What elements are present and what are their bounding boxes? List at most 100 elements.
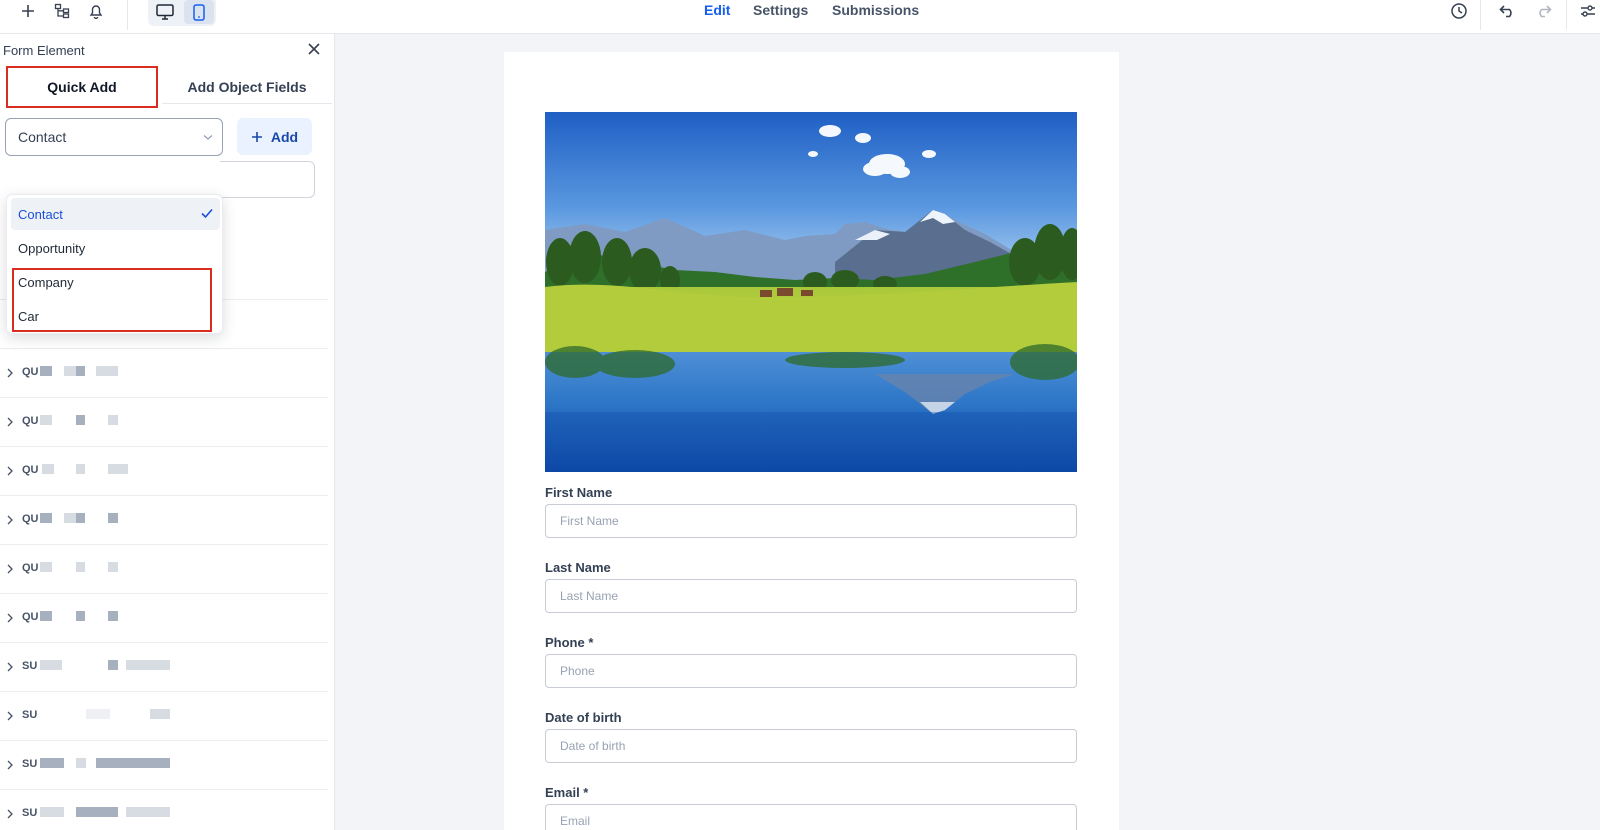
phone-field[interactable] (545, 654, 1077, 688)
section-label: SU (22, 807, 38, 819)
toolbar-divider (127, 0, 128, 30)
section-label: SU (22, 709, 38, 721)
redacted-text (96, 366, 118, 376)
chevron-right-icon (7, 760, 13, 770)
toolbar-divider (1480, 0, 1481, 30)
dropdown-option-car[interactable]: Car (11, 300, 220, 332)
plus-icon[interactable] (14, 0, 42, 22)
section-label: QU (22, 513, 39, 525)
last-name-label: Last Name (545, 560, 611, 575)
object-select-value: Contact (18, 129, 67, 145)
redacted-text (126, 807, 170, 817)
redacted-text (64, 366, 76, 376)
form-canvas: First Name Last Name Phone * Date of bir… (504, 52, 1119, 830)
chevron-right-icon (7, 564, 13, 574)
dropdown-option-company[interactable]: Company (11, 266, 220, 298)
undo-icon[interactable] (1494, 0, 1522, 22)
dropdown-option-opportunity[interactable]: Opportunity (11, 232, 220, 264)
redacted-text (108, 562, 118, 572)
object-select[interactable]: Contact (5, 118, 223, 156)
section-row[interactable]: SU (0, 741, 328, 790)
phone-label: Phone * (545, 635, 594, 650)
redacted-text (108, 415, 118, 425)
dropdown-option-contact[interactable]: Contact (11, 198, 220, 230)
section-row[interactable]: SU (0, 790, 328, 830)
device-toggle (148, 0, 216, 26)
section-label: SU (22, 758, 38, 770)
redacted-text (126, 660, 170, 670)
object-dropdown-menu: Contact Opportunity Company Car (6, 194, 223, 334)
section-label: QU (22, 464, 39, 476)
redacted-text (40, 415, 52, 425)
redacted-text (86, 709, 110, 719)
tab-edit[interactable]: Edit (704, 2, 730, 18)
redacted-text (40, 366, 52, 376)
section-label: QU (22, 611, 39, 623)
redacted-text (40, 660, 62, 670)
history-icon[interactable] (1445, 0, 1473, 22)
toolbar-divider (1566, 0, 1567, 30)
section-row[interactable]: SU (0, 643, 328, 692)
redacted-text (108, 464, 128, 474)
redacted-text (108, 513, 118, 523)
tab-submissions[interactable]: Submissions (832, 2, 919, 18)
section-row[interactable]: SU (0, 692, 328, 741)
redacted-text (108, 611, 118, 621)
panel-title: Form Element (3, 43, 85, 58)
check-icon (201, 208, 213, 219)
section-row[interactable]: QU (0, 349, 328, 398)
section-label: QU (22, 366, 39, 378)
hierarchy-icon[interactable] (48, 0, 76, 22)
bell-icon[interactable] (82, 0, 110, 22)
landscape-image (545, 112, 1077, 472)
add-button[interactable]: Add (237, 118, 312, 155)
desktop-icon[interactable] (150, 0, 180, 24)
tab-add-object-fields[interactable]: Add Object Fields (162, 70, 332, 104)
redacted-text (42, 464, 54, 474)
plus-icon (251, 131, 262, 142)
section-row[interactable]: QU (0, 496, 328, 545)
settings-sliders-icon[interactable] (1574, 0, 1600, 22)
close-icon[interactable] (306, 41, 322, 57)
form-element-panel: Form Element Quick Add Add Object Fields… (0, 34, 335, 830)
tab-settings[interactable]: Settings (753, 2, 808, 18)
chevron-right-icon (7, 515, 13, 525)
email-field[interactable] (545, 804, 1077, 830)
section-row[interactable]: QU (0, 594, 328, 643)
first-name-field[interactable] (545, 504, 1077, 538)
top-toolbar: Edit Settings Submissions (0, 0, 1600, 34)
redacted-text (40, 513, 52, 523)
chevron-right-icon (7, 417, 13, 427)
mobile-icon[interactable] (184, 0, 214, 24)
search-input[interactable] (220, 161, 315, 198)
last-name-field[interactable] (545, 579, 1077, 613)
chevron-right-icon (7, 662, 13, 672)
section-row[interactable]: QU (0, 447, 328, 496)
section-label: QU (22, 562, 39, 574)
redacted-text (76, 807, 118, 817)
date-of-birth-label: Date of birth (545, 710, 622, 725)
redacted-text (76, 366, 85, 376)
redacted-text (40, 807, 64, 817)
chevron-right-icon (7, 466, 13, 476)
redacted-text (76, 415, 85, 425)
first-name-label: First Name (545, 485, 613, 500)
redacted-text (40, 758, 64, 768)
redacted-text (40, 562, 52, 572)
redacted-text (76, 513, 85, 523)
redacted-text (76, 611, 85, 621)
redacted-text (76, 562, 85, 572)
redacted-text (150, 709, 170, 719)
chevron-right-icon (7, 368, 13, 378)
section-row[interactable]: QU (0, 545, 328, 594)
add-button-label: Add (270, 128, 299, 145)
chevron-right-icon (7, 809, 13, 819)
tab-quick-add[interactable]: Quick Add (6, 66, 158, 108)
redacted-text (76, 464, 85, 474)
redacted-text (108, 660, 118, 670)
redo-icon[interactable] (1529, 0, 1557, 22)
redacted-text (76, 758, 86, 768)
chevron-right-icon (7, 711, 13, 721)
section-row[interactable]: QU (0, 398, 328, 447)
date-of-birth-field[interactable] (545, 729, 1077, 763)
